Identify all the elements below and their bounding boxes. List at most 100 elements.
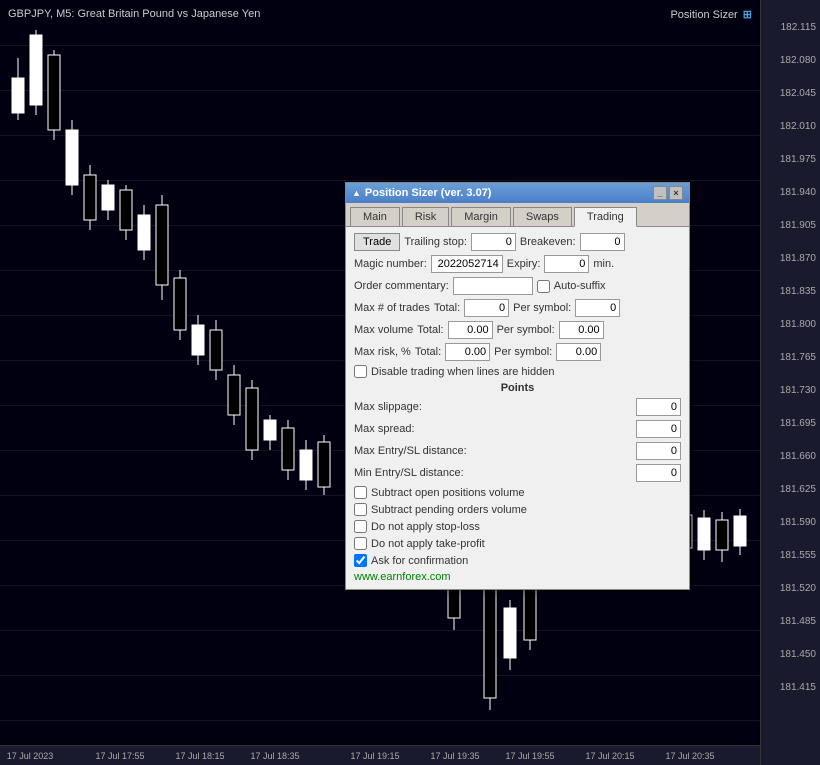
time-label: 17 Jul 20:15 [585,751,634,761]
magic-number-input[interactable] [431,255,503,273]
max-spread-input[interactable] [636,420,681,438]
subtract-open-checkbox[interactable] [354,486,367,499]
row-max-trades: Max # of trades Total: Per symbol: [354,299,681,317]
max-trades-per-symbol-input[interactable] [575,299,620,317]
max-trades-label: Max # of trades [354,302,430,314]
position-sizer-header-label: Position Sizer (ver. 3.07)Position Sizer… [670,8,752,21]
dialog-controls: _ × [653,186,683,200]
disable-trading-checkbox[interactable] [354,365,367,378]
row-max-slippage: Max slippage: [354,398,681,416]
max-risk-total-label: Total: [415,346,441,358]
trailing-stop-label: Trailing stop: [404,236,467,248]
price-label: 181.590 [780,517,816,528]
max-risk-total-input[interactable] [445,343,490,361]
row-disable-trading: Disable trading when lines are hidden [354,365,681,378]
dialog-title: Position Sizer (ver. 3.07) [365,187,492,199]
max-risk-per-symbol-label: Per symbol: [494,346,552,358]
max-spread-label: Max spread: [354,423,415,435]
max-entry-sl-label: Max Entry/SL distance: [354,445,467,457]
row-max-spread: Max spread: [354,420,681,438]
max-volume-label: Max volume [354,324,413,336]
row-ask-confirmation: Ask for confirmation [354,554,681,567]
no-tp-checkbox[interactable] [354,537,367,550]
min-entry-sl-input[interactable] [636,464,681,482]
time-label: 17 Jul 17:55 [95,751,144,761]
tab-risk[interactable]: Risk [402,207,449,226]
disable-trading-label: Disable trading when lines are hidden [371,366,554,378]
price-label: 181.800 [780,319,816,330]
row-no-tp: Do not apply take-profit [354,537,681,550]
website-link[interactable]: www.earnforex.com [354,571,681,583]
row-order-commentary: Order commentary: Auto-suffix [354,277,681,295]
price-label: 181.765 [780,352,816,363]
time-label: 17 Jul 2023 [7,751,54,761]
chart-title: GBPJPY, M5: Great Britain Pound vs Japan… [8,8,260,20]
order-commentary-label: Order commentary: [354,280,449,292]
order-commentary-input[interactable] [453,277,533,295]
close-button[interactable]: × [669,186,683,200]
breakeven-label: Breakeven: [520,236,576,248]
max-volume-per-symbol-label: Per symbol: [497,324,555,336]
minimize-button[interactable]: _ [653,186,667,200]
time-label: 17 Jul 19:55 [505,751,554,761]
subtract-pending-checkbox[interactable] [354,503,367,516]
max-trades-total-input[interactable] [464,299,509,317]
row-max-volume: Max volume Total: Per symbol: [354,321,681,339]
subtract-open-label: Subtract open positions volume [371,487,524,499]
trade-button[interactable]: Trade [354,233,400,251]
price-axis: 182.115 182.080 182.045 182.010 181.975 … [760,0,820,765]
min-entry-sl-label: Min Entry/SL distance: [354,467,464,479]
max-slippage-input[interactable] [636,398,681,416]
price-label: 181.940 [780,187,816,198]
ask-confirmation-label: Ask for confirmation [371,555,468,567]
price-label: 182.080 [780,55,816,66]
row-subtract-open: Subtract open positions volume [354,486,681,499]
row-no-sl: Do not apply stop-loss [354,520,681,533]
price-label: 181.450 [780,649,816,660]
time-label: 17 Jul 19:15 [350,751,399,761]
price-label: 181.485 [780,616,816,627]
max-volume-total-label: Total: [417,324,443,336]
expiry-input[interactable] [544,255,589,273]
dialog-content: Trade Trailing stop: Breakeven: Magic nu… [346,227,689,589]
time-label: 17 Jul 18:15 [175,751,224,761]
price-label: 181.660 [780,451,816,462]
price-label: 181.415 [780,682,816,693]
title-arrow-icon: ▲ [352,188,361,198]
breakeven-input[interactable] [580,233,625,251]
max-trades-total-label: Total: [434,302,460,314]
subtract-pending-label: Subtract pending orders volume [371,504,527,516]
max-volume-total-input[interactable] [448,321,493,339]
price-label: 182.115 [781,22,816,33]
max-risk-per-symbol-input[interactable] [556,343,601,361]
row-min-entry-sl: Min Entry/SL distance: [354,464,681,482]
no-tp-label: Do not apply take-profit [371,538,485,550]
max-volume-per-symbol-input[interactable] [559,321,604,339]
time-label: 17 Jul 18:35 [250,751,299,761]
tab-main[interactable]: Main [350,207,400,226]
tab-margin[interactable]: Margin [451,207,511,226]
price-label: 181.905 [780,220,816,231]
max-entry-sl-input[interactable] [636,442,681,460]
magic-number-label: Magic number: [354,258,427,270]
time-axis: 17 Jul 2023 17 Jul 17:55 17 Jul 18:15 17… [0,745,760,765]
price-label: 182.045 [780,88,816,99]
dialog-title-area: ▲ Position Sizer (ver. 3.07) [352,187,491,199]
max-trades-per-symbol-label: Per symbol: [513,302,571,314]
price-label: 182.010 [780,121,816,132]
row-magic-expiry: Magic number: Expiry: min. [354,255,681,273]
ask-confirmation-checkbox[interactable] [354,554,367,567]
trailing-stop-input[interactable] [471,233,516,251]
dialog-titlebar[interactable]: ▲ Position Sizer (ver. 3.07) _ × [346,183,689,203]
time-label: 17 Jul 20:35 [665,751,714,761]
row-subtract-pending: Subtract pending orders volume [354,503,681,516]
tab-trading[interactable]: Trading [574,207,637,227]
row-max-entry-sl: Max Entry/SL distance: [354,442,681,460]
tab-swaps[interactable]: Swaps [513,207,572,226]
price-label: 181.625 [780,484,816,495]
auto-suffix-checkbox[interactable] [537,280,550,293]
no-sl-checkbox[interactable] [354,520,367,533]
price-label: 181.520 [780,583,816,594]
expiry-label: Expiry: [507,258,541,270]
max-risk-label: Max risk, % [354,346,411,358]
